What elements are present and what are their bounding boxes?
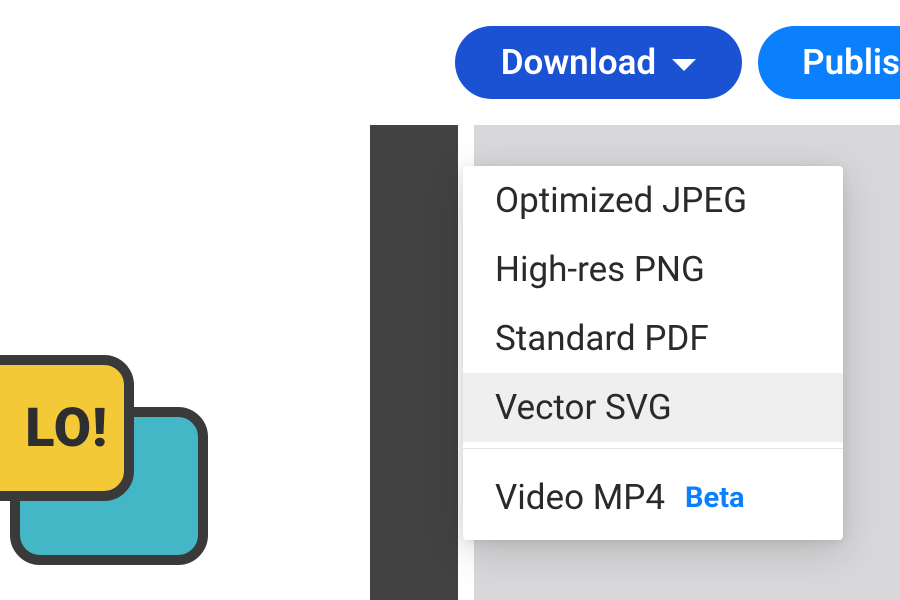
artboard-left: LO! — [0, 125, 370, 600]
dropdown-item-jpeg[interactable]: Optimized JPEG — [463, 166, 843, 235]
dropdown-item-png[interactable]: High-res PNG — [463, 235, 843, 304]
dropdown-item-label: Standard PDF — [495, 318, 709, 359]
publish-button-label: Publis — [802, 42, 900, 83]
dropdown-item-label: Optimized JPEG — [495, 180, 747, 221]
dropdown-divider — [463, 448, 843, 449]
artboard-gap — [370, 125, 454, 600]
dropdown-item-label: Vector SVG — [495, 387, 672, 428]
beta-badge: Beta — [685, 481, 745, 515]
dropdown-item-svg[interactable]: Vector SVG — [463, 373, 843, 442]
download-dropdown: Optimized JPEG High-res PNG Standard PDF… — [463, 166, 843, 540]
dropdown-item-label: Video MP4 — [495, 477, 665, 518]
dropdown-item-video[interactable]: Video MP4 Beta — [463, 455, 843, 540]
dropdown-item-pdf[interactable]: Standard PDF — [463, 304, 843, 373]
dropdown-item-label: High-res PNG — [495, 249, 705, 290]
publish-button[interactable]: Publis — [758, 26, 900, 99]
download-button-label: Download — [501, 42, 656, 83]
top-toolbar: Download Publis — [0, 0, 900, 125]
download-button[interactable]: Download — [455, 26, 742, 99]
speech-bubble-text: LO! — [25, 397, 108, 460]
chevron-down-icon — [672, 59, 696, 71]
speech-bubble-front: LO! — [0, 355, 134, 501]
